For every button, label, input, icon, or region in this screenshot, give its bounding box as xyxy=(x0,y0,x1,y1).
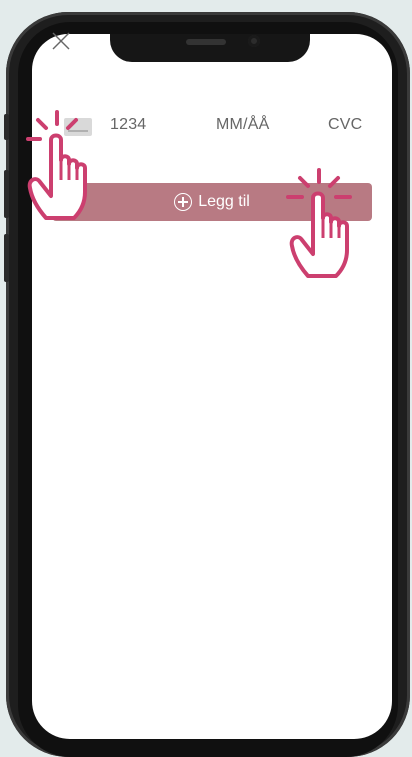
mute-switch xyxy=(4,114,9,140)
volume-down-button xyxy=(4,234,9,282)
front-camera xyxy=(248,35,260,47)
expiry-field[interactable]: MM/ÅÅ xyxy=(216,116,269,134)
tap-hand-icon xyxy=(26,110,87,220)
add-card-label: Legg til xyxy=(198,193,250,210)
speaker xyxy=(186,39,226,45)
card-number-field[interactable]: 1234 xyxy=(110,116,146,134)
plus-circle-icon xyxy=(174,193,193,211)
cvc-field[interactable]: CVC xyxy=(328,116,362,134)
tap-hand-icon xyxy=(286,168,352,278)
close-icon[interactable] xyxy=(50,30,72,52)
volume-up-button xyxy=(4,170,9,218)
